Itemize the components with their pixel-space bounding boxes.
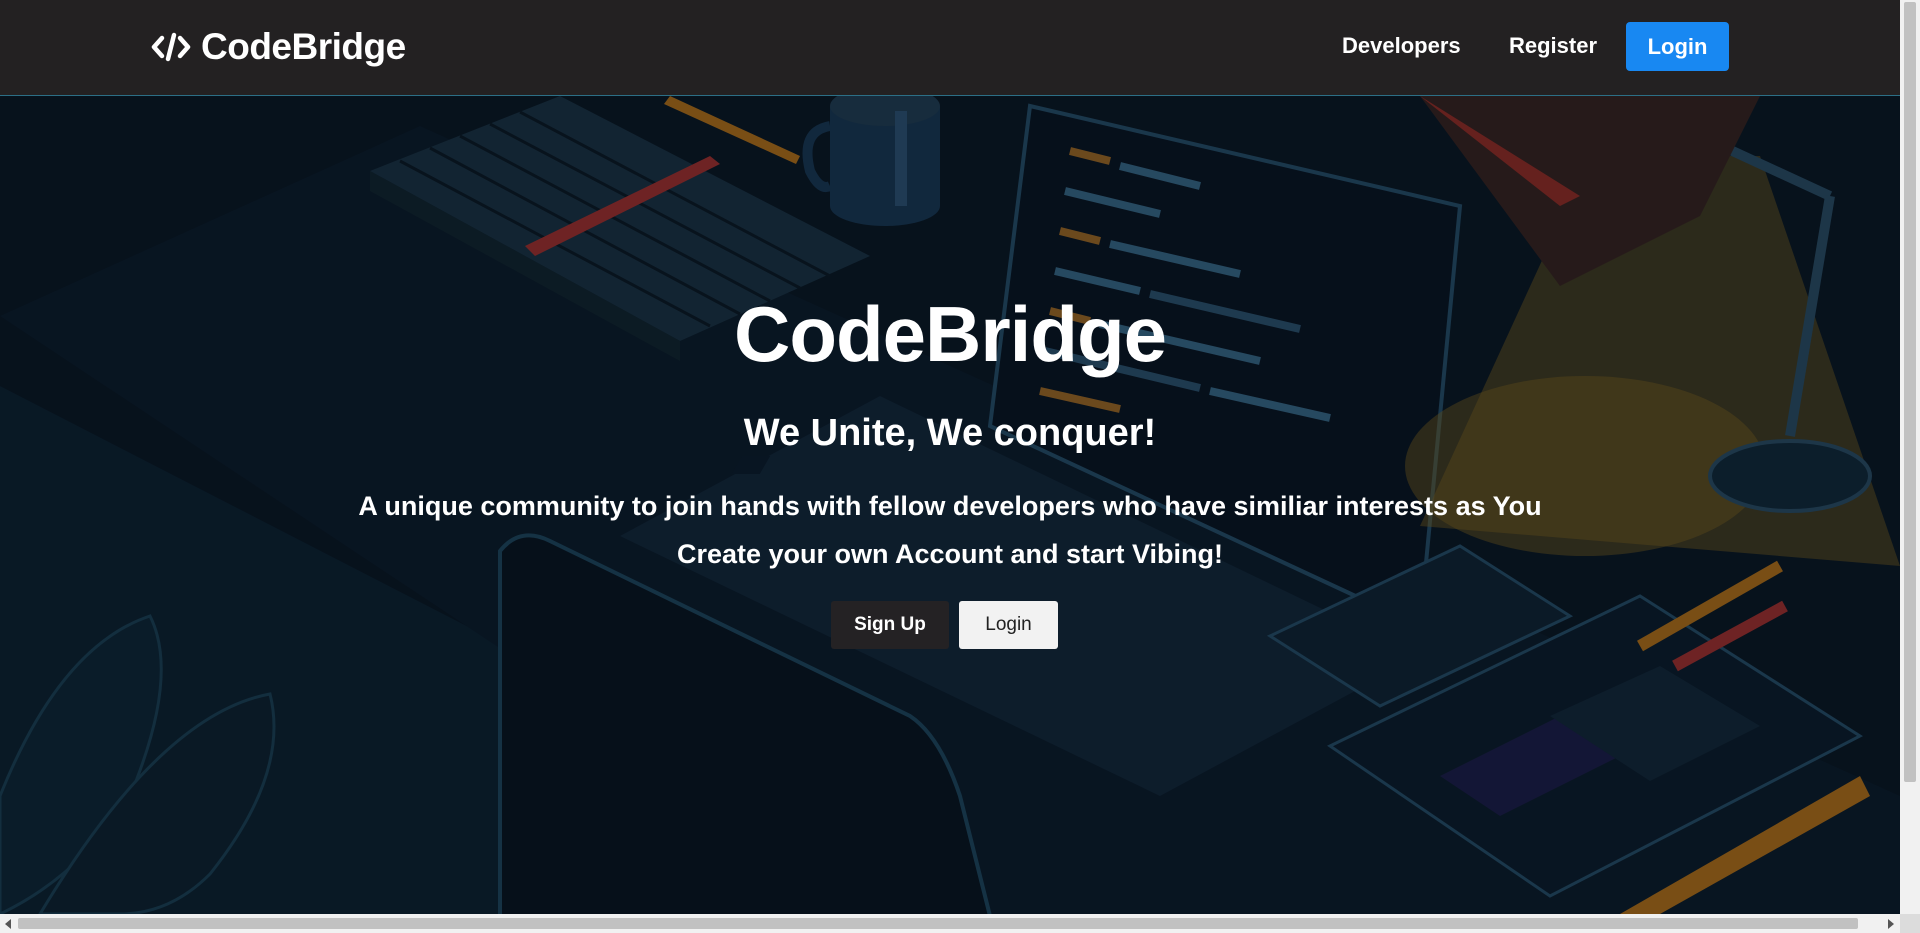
brand-name: CodeBridge (201, 26, 406, 67)
vertical-scrollbar[interactable] (1900, 0, 1920, 914)
nav-developers-link[interactable]: Developers (1342, 33, 1461, 59)
hero-title: CodeBridge (733, 290, 1167, 378)
scrollbar-corner (1900, 914, 1920, 933)
nav-register-link[interactable]: Register (1509, 33, 1597, 59)
hero-description: A unique community to join hands with fe… (358, 491, 1542, 521)
code-icon (151, 31, 191, 63)
horizontal-scrollbar[interactable] (0, 914, 1900, 933)
hero-section: CodeBridge We Unite, We conquer! A uniqu… (0, 96, 1900, 914)
hero-tagline: We Unite, We conquer! (743, 412, 1157, 454)
brand-logo[interactable]: CodeBridge (151, 22, 406, 72)
hero-login-button[interactable]: Login (959, 601, 1058, 649)
hero-cta-text: Create your own Account and start Vibing… (676, 539, 1224, 569)
horizontal-scrollbar-thumb[interactable] (18, 918, 1858, 929)
scroll-left-arrow-icon[interactable] (5, 919, 11, 929)
signup-button[interactable]: Sign Up (831, 601, 949, 649)
vertical-scrollbar-thumb[interactable] (1904, 2, 1916, 782)
navbar: CodeBridge Developers Register Login (0, 0, 1900, 96)
scroll-right-arrow-icon[interactable] (1888, 919, 1894, 929)
nav-login-button[interactable]: Login (1626, 22, 1729, 71)
